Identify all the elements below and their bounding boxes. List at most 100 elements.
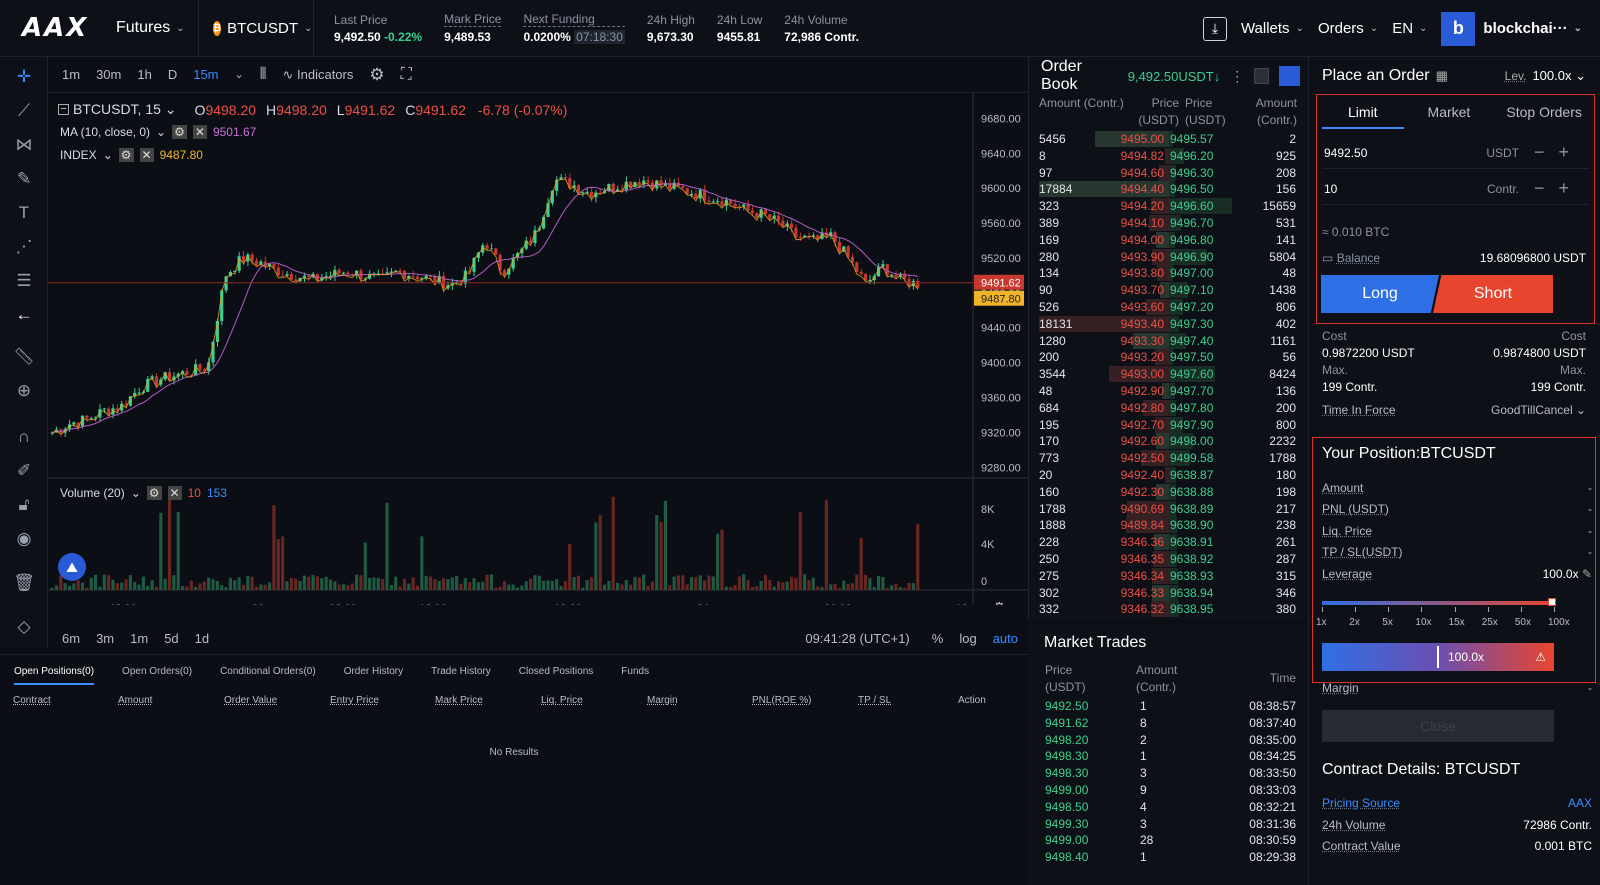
leverage-mark[interactable]: 25x — [1482, 617, 1498, 628]
leverage-mark[interactable]: 15x — [1449, 617, 1465, 628]
tif-select[interactable]: GoodTillCancel ⌄ — [1491, 403, 1586, 417]
tab-stop-orders[interactable]: Stop Orders — [1494, 104, 1594, 120]
zoom-in-icon[interactable]: ⊕ — [12, 381, 36, 403]
order-book-row[interactable]: 1888 9489.84 9638.90 238 — [1029, 517, 1308, 534]
order-book-row[interactable]: 228 9346.36 9638.91 261 — [1029, 534, 1308, 551]
order-book-row[interactable]: 1280 9493.30 9497.40 1161 — [1029, 332, 1308, 350]
interval-15m[interactable]: 15m — [193, 67, 218, 82]
order-book-row[interactable]: 302 9346.33 9638.94 346 — [1029, 584, 1308, 602]
short-button[interactable]: Short — [1433, 275, 1553, 313]
price-stepper-icon[interactable]: −+ — [1534, 142, 1583, 163]
pattern-icon[interactable]: ⋰ — [12, 237, 36, 259]
volume-legend[interactable]: Volume (20) ⌄ ⚙ ✕ 10 153 — [60, 486, 227, 500]
range-6m[interactable]: 6m — [62, 631, 80, 646]
leverage-mark[interactable]: 5x — [1382, 617, 1393, 628]
book-view-both-icon[interactable] — [1279, 66, 1300, 86]
stat-label[interactable]: Next Funding — [523, 12, 625, 27]
auto-toggle[interactable]: auto — [993, 631, 1018, 646]
order-book-row[interactable]: 170 9492.60 9498.00 2232 — [1029, 433, 1308, 450]
settings-icon[interactable]: ⚙ — [172, 125, 187, 139]
candle-type-icon[interactable]: ⫴ — [260, 66, 267, 84]
chevron-down-icon[interactable]: ⌄ — [235, 68, 244, 81]
close-position-button[interactable]: Close — [1322, 710, 1554, 742]
settings-icon[interactable]: ⚙ — [369, 65, 384, 85]
pricing-source-link[interactable]: Pricing Source — [1322, 796, 1400, 810]
interval-1m[interactable]: 1m — [62, 67, 80, 82]
stat-label[interactable]: Mark Price — [444, 12, 502, 27]
logo[interactable]: AAX — [22, 13, 102, 43]
order-book-row[interactable]: 1788 9490.69 9638.89 217 — [1029, 500, 1308, 518]
percent-toggle[interactable]: % — [932, 631, 944, 646]
magnet-icon[interactable]: ∩ — [12, 427, 36, 449]
text-tool-icon[interactable]: T — [12, 203, 36, 225]
calculator-icon[interactable]: ▦ — [1436, 68, 1448, 84]
leverage-mark[interactable]: 100x — [1548, 617, 1570, 628]
prediction-icon[interactable]: ☰ — [12, 271, 36, 293]
range-5d[interactable]: 5d — [164, 631, 178, 646]
language-menu[interactable]: EN ⌄ — [1392, 20, 1427, 37]
download-icon[interactable]: ⤓ — [1202, 16, 1227, 41]
tab-funds[interactable]: Funds — [621, 666, 649, 677]
wallets-menu[interactable]: Wallets ⌄ — [1241, 20, 1304, 37]
ma-legend[interactable]: MA (10, close, 0) ⌄ ⚙ ✕ 9501.67 — [60, 125, 256, 139]
order-book-row[interactable]: 134 9493.80 9497.00 48 — [1029, 265, 1308, 282]
leverage-mark[interactable]: 10x — [1415, 617, 1431, 628]
index-legend[interactable]: INDEX ⌄ ⚙ ✕ 9487.80 — [60, 148, 203, 162]
order-book-row[interactable]: 160 9492.30 9638.88 198 — [1029, 483, 1308, 501]
log-toggle[interactable]: log — [959, 631, 976, 646]
layers-icon[interactable]: ◇ — [12, 617, 36, 639]
order-book-row[interactable]: 389 9494.10 9496.70 531 — [1029, 214, 1308, 232]
symbol-selector[interactable]: ₿ BTCUSDT ⌄ — [199, 20, 313, 37]
close-icon[interactable]: ✕ — [139, 148, 154, 162]
indicators-button[interactable]: ∿ Indicators — [282, 67, 353, 83]
pricing-source-value[interactable]: AAX — [1568, 796, 1592, 810]
tab-order-history[interactable]: Order History — [344, 666, 403, 677]
order-book-row[interactable]: 275 9346.34 9638.93 315 — [1029, 567, 1308, 585]
order-book-row[interactable]: 20 9492.40 9638.87 180 — [1029, 466, 1308, 484]
close-icon[interactable]: ✕ — [192, 125, 207, 139]
crosshair-icon[interactable]: ✛ — [12, 67, 36, 89]
order-book-row[interactable]: 323 9494.20 9496.60 15659 — [1029, 198, 1308, 215]
order-book-row[interactable]: 5456 9495.00 9495.57 2 — [1029, 131, 1308, 148]
leverage-mark[interactable]: 2x — [1349, 617, 1360, 628]
account-menu[interactable]: blockchai··· ⌄ — [1483, 20, 1582, 37]
order-book-row[interactable]: 90 9493.70 9497.10 1438 — [1029, 282, 1308, 299]
brush-icon[interactable]: ✎ — [12, 169, 36, 191]
order-book-row[interactable]: 48 9492.90 9497.70 136 — [1029, 382, 1308, 400]
order-book-row[interactable]: 169 9494.00 9496.80 141 — [1029, 231, 1308, 249]
order-book-row[interactable]: 195 9492.70 9497.90 800 — [1029, 416, 1308, 434]
more-options-icon[interactable]: ⋮ — [1230, 68, 1244, 85]
product-menu[interactable]: Futures ⌄ — [102, 19, 198, 37]
tab-open-positions[interactable]: Open Positions(0) — [14, 666, 95, 685]
tab-conditional-orders[interactable]: Conditional Orders(0) — [220, 666, 316, 677]
ruler-icon[interactable]: 📏︎ — [12, 347, 36, 369]
lock-icon[interactable]: 🔓︎ — [12, 495, 36, 517]
leverage-bar[interactable]: 100.0x ⚠ — [1322, 643, 1554, 671]
leverage-mark[interactable]: 50x — [1515, 617, 1531, 628]
order-book-row[interactable]: 17884 9494.40 9496.50 156 — [1029, 181, 1308, 198]
order-book-row[interactable]: 684 9492.80 9497.80 200 — [1029, 399, 1308, 417]
order-book-row[interactable]: 200 9493.20 9497.50 56 — [1029, 349, 1308, 366]
price-input[interactable]: 9492.50 USDT −+ — [1322, 137, 1589, 169]
range-3m[interactable]: 3m — [96, 631, 114, 646]
order-book-row[interactable]: 3544 9493.00 9497.60 8424 — [1029, 366, 1308, 383]
back-arrow-icon[interactable]: ← — [12, 305, 36, 327]
avatar[interactable]: b — [1441, 11, 1476, 46]
tab-open-orders[interactable]: Open Orders(0) — [122, 666, 192, 677]
book-view-bids-icon[interactable] — [1254, 68, 1270, 84]
legend-title[interactable]: BTCUSDT, 15 ⌄ — [73, 101, 177, 118]
range-1m[interactable]: 1m — [130, 631, 148, 646]
order-book-row[interactable]: 526 9493.60 9497.20 806 — [1029, 298, 1308, 316]
leverage-slider[interactable] — [1322, 598, 1556, 606]
interval-30m[interactable]: 30m — [96, 67, 121, 82]
settings-icon[interactable]: ⚙ — [118, 148, 134, 162]
leverage-mark[interactable]: 1x — [1316, 617, 1327, 628]
tab-closed-positions[interactable]: Closed Positions — [519, 666, 593, 677]
tab-trade-history[interactable]: Trade History — [431, 666, 491, 677]
chart-settings-icon[interactable]: ⚙ — [993, 600, 1006, 616]
interval-d[interactable]: D — [168, 67, 177, 82]
trash-icon[interactable]: 🗑︎ — [12, 573, 36, 595]
order-book-row[interactable]: 8 9494.82 9496.20 925 — [1029, 147, 1308, 165]
interval-1h[interactable]: 1h — [137, 67, 151, 82]
eye-icon[interactable]: ◉ — [12, 529, 36, 551]
